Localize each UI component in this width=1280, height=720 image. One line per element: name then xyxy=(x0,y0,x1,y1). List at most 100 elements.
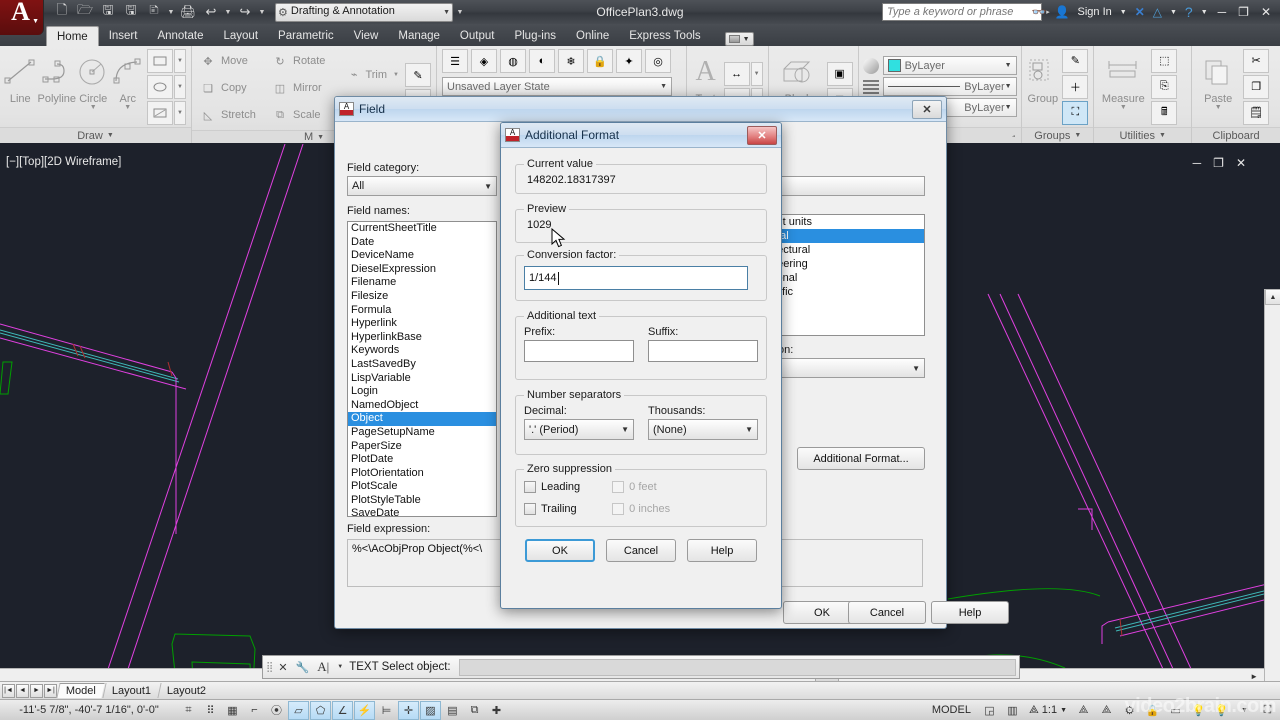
thousands-separator-dropdown[interactable]: (None) ▼ xyxy=(648,419,758,440)
tab-manage[interactable]: Manage xyxy=(388,26,450,46)
sign-in-button[interactable]: Sign In xyxy=(1075,6,1115,18)
tool-paste[interactable]: Paste ▼ xyxy=(1195,48,1241,125)
group-add-icon[interactable]: ＋ xyxy=(1062,74,1089,99)
layout-tab-model[interactable]: Model xyxy=(56,683,105,698)
annotation-scale-control[interactable]: ⟁ 1:1 ▼ xyxy=(1025,704,1071,717)
3d-object-snap-icon[interactable]: ⬠ xyxy=(310,700,331,720)
last-layout-button[interactable]: ►| xyxy=(44,683,57,698)
layer-isolate-icon[interactable]: ◐ xyxy=(529,49,555,73)
layer-lock-icon[interactable]: 🔒 xyxy=(587,49,613,73)
grid-mode-icon[interactable]: ▦ xyxy=(222,701,243,720)
workspace-switching-icon[interactable]: ⚙ xyxy=(1119,701,1140,720)
tool-trim[interactable]: ⌁ Trim ▼ xyxy=(343,62,403,88)
paste-special-icon[interactable]: 🗒 xyxy=(1243,100,1270,125)
search-binoculars-icon[interactable]: 👓 xyxy=(1029,5,1050,19)
tab-insert[interactable]: Insert xyxy=(99,26,148,46)
workspace-switcher[interactable]: ⚙ Drafting & Annotation ▼ xyxy=(275,2,453,22)
undo-icon[interactable]: ↩ xyxy=(201,2,221,22)
chevron-down-icon[interactable]: ▼ xyxy=(90,104,97,111)
redo-icon[interactable]: ↪ xyxy=(235,2,255,22)
cut-icon[interactable]: ✂ xyxy=(1243,48,1270,73)
layer-match-icon[interactable]: ◎ xyxy=(645,49,671,73)
field-name-item[interactable]: LastSavedBy xyxy=(348,358,496,372)
field-name-item[interactable]: DeviceName xyxy=(348,249,496,263)
tab-view[interactable]: View xyxy=(344,26,389,46)
chevron-down-icon[interactable]: ▼ xyxy=(1234,701,1255,720)
tool-circle[interactable]: Circle ▼ xyxy=(76,48,110,125)
prev-layout-button[interactable]: ◄ xyxy=(16,683,29,698)
field-name-item[interactable]: Object xyxy=(348,412,496,426)
create-block-icon[interactable]: ▣ xyxy=(826,61,853,86)
field-name-item[interactable]: LispVariable xyxy=(348,372,496,386)
viewport-minimize-icon[interactable]: ─ xyxy=(1193,156,1202,170)
tool-polyline[interactable]: Polyline xyxy=(37,48,76,125)
additional-format-button[interactable]: Additional Format... xyxy=(797,447,925,470)
tool-stretch[interactable]: ◺ Stretch xyxy=(195,102,267,128)
chevron-down-icon[interactable]: ▼ xyxy=(1120,104,1127,111)
conversion-factor-input[interactable]: 1/144 xyxy=(524,266,748,290)
field-name-item[interactable]: PaperSize xyxy=(348,440,496,454)
tool-line[interactable]: Line xyxy=(3,48,37,125)
model-space-button[interactable]: MODEL xyxy=(926,704,977,716)
field-name-item[interactable]: CurrentSheetTitle xyxy=(348,222,496,236)
field-name-item[interactable]: PlotScale xyxy=(348,480,496,494)
layout-viewport-icon[interactable]: ◲ xyxy=(979,701,1000,720)
viewport-restore-icon[interactable]: ❐ xyxy=(1213,156,1224,170)
suffix-input[interactable] xyxy=(648,340,758,362)
help-icon[interactable]: ? xyxy=(1182,4,1196,20)
rectangle-icon[interactable] xyxy=(146,48,173,73)
chevron-down-icon[interactable]: ▼ xyxy=(750,61,763,86)
field-name-item[interactable]: NamedObject xyxy=(348,399,496,413)
dimension-icon[interactable]: ↔ xyxy=(723,61,750,86)
field-name-item[interactable]: HyperlinkBase xyxy=(348,331,496,345)
close-icon[interactable]: ✕ xyxy=(276,661,289,674)
quick-select-icon[interactable]: ⬚ xyxy=(1151,48,1178,73)
tool-move[interactable]: ✥ Move xyxy=(195,48,267,74)
dynamic-ucs-icon[interactable]: ⚡ xyxy=(354,700,375,720)
window-minimize-button[interactable]: ─ xyxy=(1213,5,1232,19)
additional-format-cancel-button[interactable]: Cancel xyxy=(606,539,676,562)
field-name-item[interactable]: Login xyxy=(348,385,496,399)
object-color-combo[interactable]: ByLayer ▼ xyxy=(882,56,1017,75)
field-category-dropdown[interactable]: All ▼ xyxy=(347,176,497,196)
field-name-item[interactable]: DieselExpression xyxy=(348,263,496,277)
tab-express-tools[interactable]: Express Tools xyxy=(619,26,710,46)
chevron-down-icon[interactable]: ▼ xyxy=(173,100,186,125)
isolate-objects-icon[interactable]: 💡 xyxy=(1188,701,1209,720)
layout-tab-layout2[interactable]: Layout2 xyxy=(157,683,215,698)
quick-properties-icon[interactable]: ▤ xyxy=(442,701,463,720)
window-close-button[interactable]: ✕ xyxy=(1256,5,1276,19)
autodesk-360-icon[interactable]: △ xyxy=(1150,5,1165,19)
group-edit-icon[interactable]: ✎ xyxy=(1062,48,1089,73)
panel-title-groups[interactable]: Groups ▼ xyxy=(1022,127,1094,143)
window-restore-button[interactable]: ❐ xyxy=(1233,5,1254,19)
chevron-down-icon[interactable]: ▼ xyxy=(1167,9,1180,16)
fullscreen-icon[interactable]: ⛶ xyxy=(1257,701,1278,720)
decimal-separator-dropdown[interactable]: '.' (Period) ▼ xyxy=(524,419,634,440)
viewport-close-icon[interactable]: ✕ xyxy=(1236,156,1246,170)
field-dialog-help-button[interactable]: Help xyxy=(931,601,1009,624)
prefix-input[interactable] xyxy=(524,340,634,362)
user-icon[interactable]: 👤 xyxy=(1052,5,1073,19)
field-name-item[interactable]: Hyperlink xyxy=(348,317,496,331)
tool-arc[interactable]: Arc ▼ xyxy=(111,48,145,125)
scroll-right-arrow-icon[interactable]: ► xyxy=(1250,672,1258,681)
polar-tracking-icon[interactable]: ⦿ xyxy=(266,701,287,720)
field-names-listbox[interactable]: CurrentSheetTitle Date DeviceName DieselExp… xyxy=(347,221,497,517)
command-line[interactable]: ⣿ ✕ 🔧 A| ▼ TEXT Select object: xyxy=(262,655,1020,679)
quick-calc-icon[interactable]: ⎘ xyxy=(1151,74,1178,99)
hardware-accel-icon[interactable]: ▭ xyxy=(1165,701,1186,720)
layer-freeze-icon[interactable]: ❄ xyxy=(558,49,584,73)
chevron-down-icon[interactable]: ▼ xyxy=(124,104,131,111)
layer-properties-icon[interactable]: ☰ xyxy=(442,49,468,73)
field-dialog-close-button[interactable]: ✕ xyxy=(912,99,942,119)
ortho-mode-icon[interactable]: ⌐ xyxy=(244,701,265,720)
tab-output[interactable]: Output xyxy=(450,26,505,46)
chevron-down-icon[interactable]: ▼ xyxy=(1117,9,1130,16)
tab-home[interactable]: Home xyxy=(46,26,99,46)
drag-grip-icon[interactable]: ⣿ xyxy=(266,662,273,673)
additional-format-help-button[interactable]: Help xyxy=(687,539,757,562)
field-name-item[interactable]: SaveDate xyxy=(348,507,496,516)
next-layout-button[interactable]: ► xyxy=(30,683,43,698)
toolbar-lock-icon[interactable]: 🔒 xyxy=(1142,701,1163,720)
